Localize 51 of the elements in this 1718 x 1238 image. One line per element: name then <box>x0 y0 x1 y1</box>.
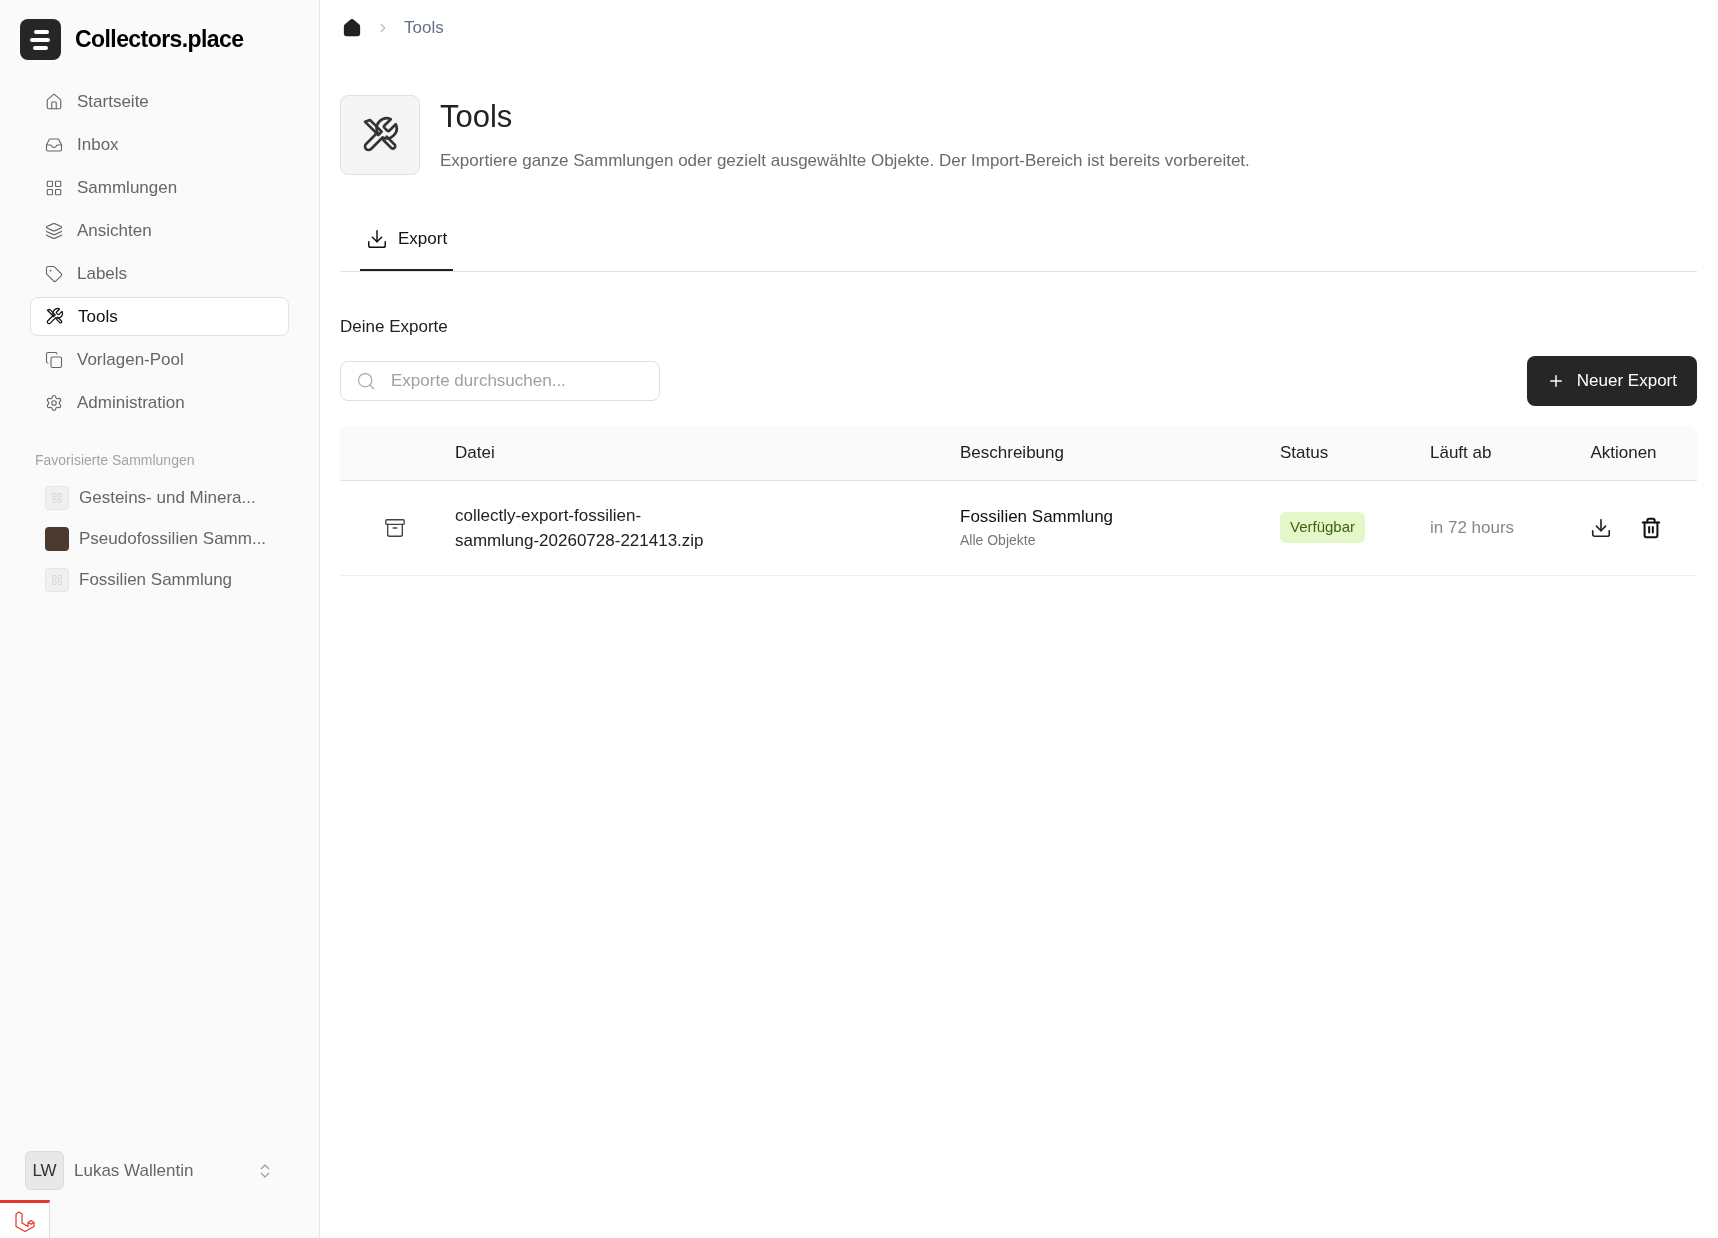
nav-item[interactable]: Inbox <box>30 125 289 164</box>
tag-icon <box>45 264 63 283</box>
status-badge: Verfügbar <box>1280 512 1366 543</box>
nav-item[interactable]: Sammlungen <box>30 168 289 207</box>
new-export-button[interactable]: Neuer Export <box>1526 355 1697 406</box>
column-header: Beschreibung <box>960 441 1065 464</box>
column-header: Aktionen <box>1590 441 1657 464</box>
archive-icon <box>383 516 406 539</box>
description-title: Fossilien Sammlung <box>960 506 1115 529</box>
nav-item[interactable]: Ansichten <box>30 211 289 250</box>
nav-item[interactable]: Labels <box>30 254 289 293</box>
favorite-collection[interactable]: Fossilien Sammlung <box>30 561 289 599</box>
home-icon <box>45 92 63 111</box>
description-scope: Alle Objekte <box>960 530 1037 550</box>
copy-icon <box>45 350 63 369</box>
page-description: Exportiere ganze Sammlungen oder gezielt ausgewählte Objekte. Der Import-Bereich ist bereits vorbereitet. <box>440 150 1250 172</box>
grid-icon <box>45 486 69 510</box>
search-field[interactable]: Exporte durchsuchen... <box>340 360 660 401</box>
tab[interactable]: Export <box>360 209 454 271</box>
section-title: Deine Exporte <box>340 316 449 338</box>
column-header: Datei <box>455 441 496 464</box>
page-title: Tools <box>440 98 514 136</box>
user-avatar: LW <box>25 1151 64 1190</box>
tools-icon <box>45 307 64 326</box>
debug-toolbar-button[interactable] <box>0 1200 50 1238</box>
user-name: Lukas Wallentin <box>74 1159 194 1182</box>
download-icon <box>1590 516 1612 539</box>
layers-icon <box>45 221 63 240</box>
favorite-collection[interactable]: Pseudofossilien Samm... <box>30 520 289 558</box>
nav-item[interactable]: Startseite <box>30 82 289 121</box>
trash-icon <box>1640 516 1662 539</box>
nav-item[interactable]: Tools <box>30 297 289 336</box>
column-header: Läuft ab <box>1430 441 1493 464</box>
favorites-heading: Favorisierte Sammlungen <box>34 451 196 470</box>
settings-icon <box>45 393 63 412</box>
column-header: Status <box>1280 441 1330 464</box>
photo-placeholder <box>45 527 69 551</box>
home-icon[interactable] <box>342 18 362 38</box>
file-name: collectly-export-fossilien-sammlung-20260728-221413.zip <box>455 504 705 552</box>
nav-item[interactable]: Administration <box>30 383 289 422</box>
inbox-icon <box>45 135 63 154</box>
nav-item[interactable]: Vorlagen-Pool <box>30 340 289 379</box>
logo-icon <box>20 19 61 60</box>
grid-icon <box>45 178 63 197</box>
search-icon <box>356 370 376 391</box>
brand-name: Collectors.place <box>75 25 244 55</box>
breadcrumb-link[interactable]: Tools <box>404 15 444 41</box>
expiry-text: in 72 hours <box>1430 516 1516 539</box>
favorite-collection[interactable]: Gesteins- und Minera... <box>30 479 289 517</box>
grid-icon <box>45 568 69 592</box>
download-icon <box>366 228 388 250</box>
